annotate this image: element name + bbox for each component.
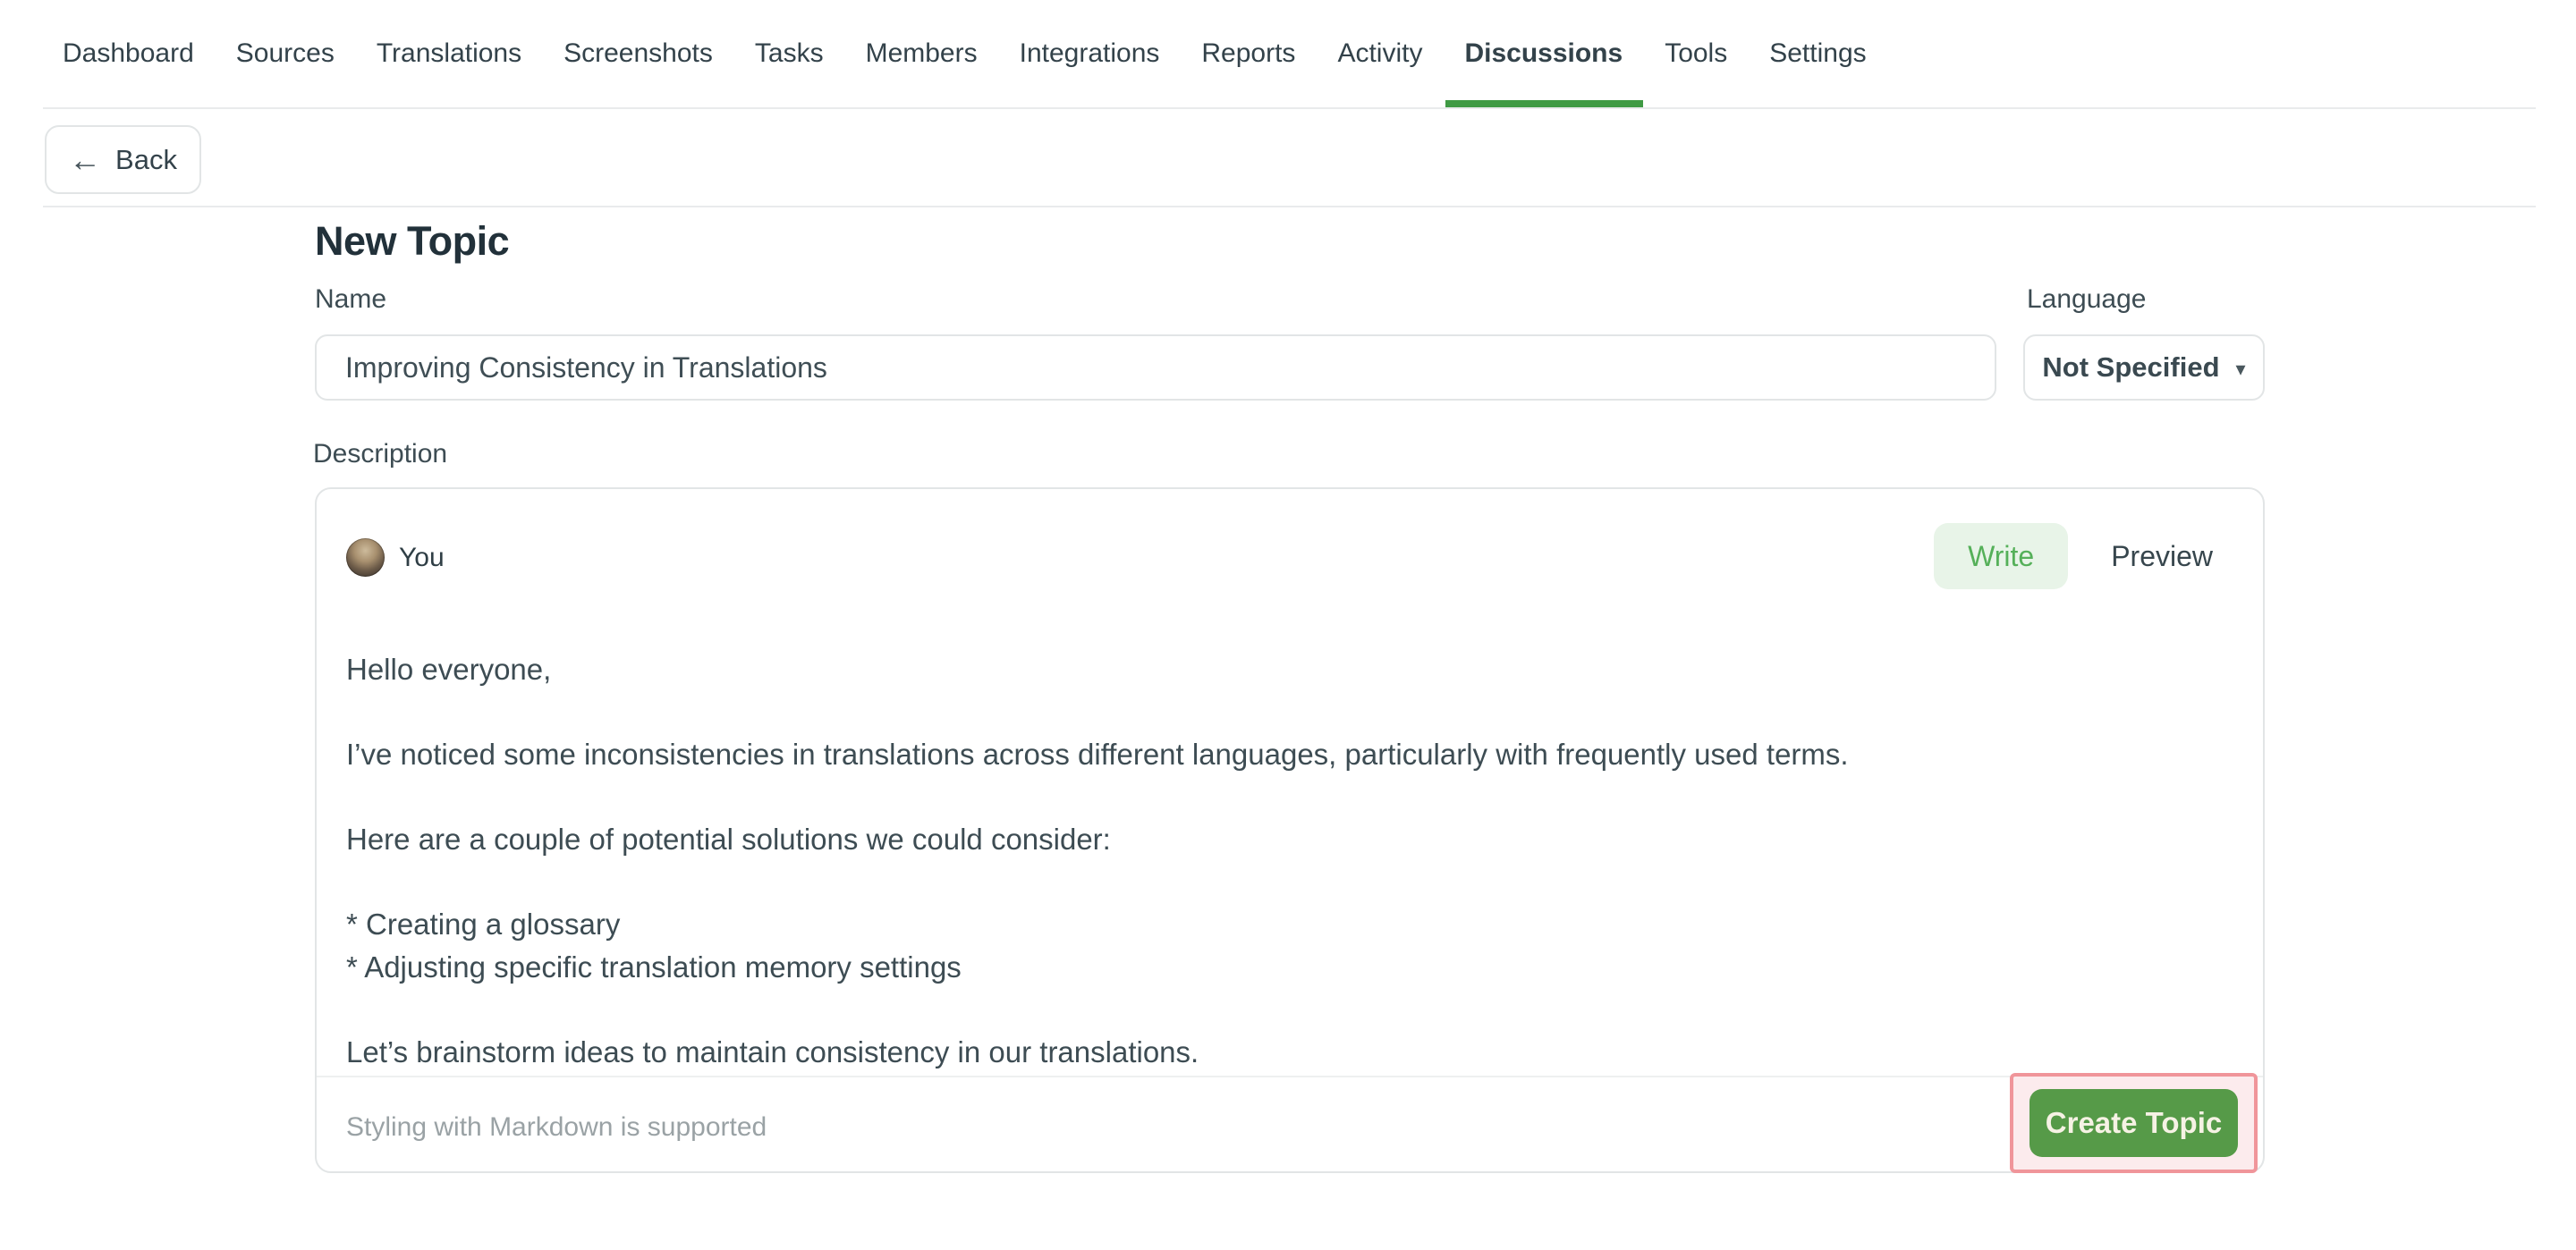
description-textarea[interactable]: Hello everyone, I’ve noticed some incons… xyxy=(346,648,2227,1074)
annotation-highlight-box: Create Topic xyxy=(2010,1073,2258,1173)
editor-footer-divider xyxy=(317,1076,2263,1077)
nav-item-reports[interactable]: Reports xyxy=(1201,0,1295,107)
nav-item-integrations[interactable]: Integrations xyxy=(1020,0,1160,107)
nav-item-dashboard[interactable]: Dashboard xyxy=(63,0,194,107)
page-title: New Topic xyxy=(315,218,509,265)
editor-tabs: Write Preview xyxy=(1934,523,2213,589)
chevron-down-icon: ▾ xyxy=(2236,358,2246,381)
app-window: Dashboard Sources Translations Screensho… xyxy=(0,0,2576,1250)
nav-item-sources[interactable]: Sources xyxy=(236,0,335,107)
language-dropdown[interactable]: Not Specified ▾ xyxy=(2023,334,2265,401)
nav-item-screenshots[interactable]: Screenshots xyxy=(564,0,713,107)
name-input[interactable] xyxy=(315,334,1996,401)
nav-item-members[interactable]: Members xyxy=(866,0,978,107)
create-topic-button[interactable]: Create Topic xyxy=(2029,1089,2238,1157)
tab-write[interactable]: Write xyxy=(1934,523,2068,589)
language-value: Not Specified xyxy=(2042,351,2219,384)
nav-item-discussions[interactable]: Discussions xyxy=(1464,0,1623,107)
nav-item-activity[interactable]: Activity xyxy=(1337,0,1422,107)
tab-preview[interactable]: Preview xyxy=(2111,540,2213,573)
avatar xyxy=(346,538,385,577)
back-label: Back xyxy=(115,144,177,176)
nav-item-tasks[interactable]: Tasks xyxy=(755,0,824,107)
nav-item-tools[interactable]: Tools xyxy=(1665,0,1727,107)
name-label: Name xyxy=(315,284,386,315)
body-line: Let’s brainstorm ideas to maintain consi… xyxy=(346,1035,1199,1068)
description-label: Description xyxy=(313,439,447,469)
back-button[interactable]: ← Back xyxy=(45,125,201,194)
body-line: * Adjusting specific translation memory … xyxy=(346,946,2227,989)
nav-item-translations[interactable]: Translations xyxy=(377,0,521,107)
language-label: Language xyxy=(2027,284,2146,315)
nav-item-settings[interactable]: Settings xyxy=(1769,0,1866,107)
author-label: You xyxy=(399,543,445,573)
body-line: I’ve noticed some inconsistencies in tra… xyxy=(346,738,1849,771)
arrow-left-icon: ← xyxy=(69,144,101,176)
body-line: Here are a couple of potential solutions… xyxy=(346,823,1111,856)
top-nav: Dashboard Sources Translations Screensho… xyxy=(0,0,2576,109)
back-bar: ← Back xyxy=(0,109,2576,207)
body-line: Hello everyone, xyxy=(346,653,551,686)
back-bar-divider xyxy=(43,206,2536,207)
body-line: * Creating a glossary xyxy=(346,903,2227,946)
markdown-hint: Styling with Markdown is supported xyxy=(346,1106,767,1149)
nav-tabs: Dashboard Sources Translations Screensho… xyxy=(63,0,1867,107)
description-editor-panel: You Write Preview Hello everyone, I’ve n… xyxy=(315,487,2265,1173)
